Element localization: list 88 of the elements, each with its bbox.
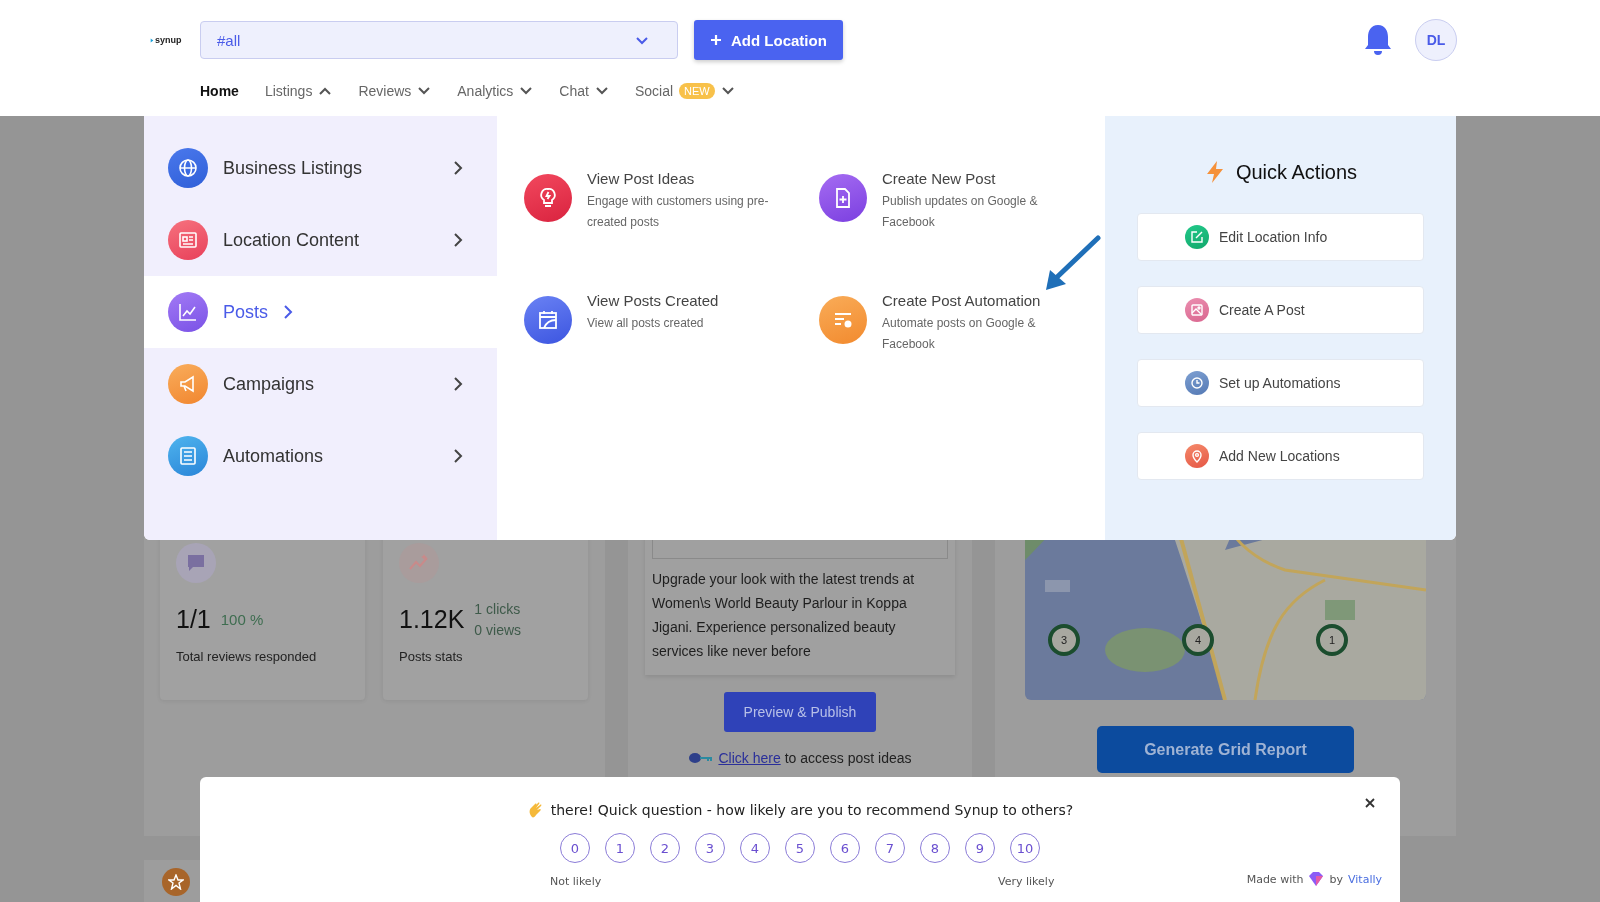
location-pin-icon bbox=[1185, 444, 1209, 468]
quick-action-button[interactable]: Edit Location Info bbox=[1137, 213, 1424, 261]
edit-icon bbox=[1185, 225, 1209, 249]
score-option[interactable]: 0 bbox=[560, 833, 590, 863]
chevron-right-icon bbox=[283, 304, 294, 320]
menu-category[interactable]: Business Listings bbox=[144, 132, 497, 204]
survey-question: there! Quick question - how likely are you to recommend Synup to others? bbox=[550, 802, 1074, 818]
score-option[interactable]: 4 bbox=[740, 833, 770, 863]
option-description: View all posts created bbox=[587, 315, 705, 332]
logo[interactable]: synup bbox=[150, 35, 200, 45]
menu-category[interactable]: Automations bbox=[144, 420, 497, 492]
megaphone-icon bbox=[168, 364, 208, 404]
post-text: Upgrade your look with the latest trends at Women\s World Beauty Parlour in Koppa Jigani. Experience personalized beauty services like never before bbox=[652, 570, 916, 661]
vitally-link[interactable]: Vitally bbox=[1348, 872, 1382, 886]
score-option[interactable]: 8 bbox=[920, 833, 950, 863]
generate-report-button[interactable]: Generate Grid Report bbox=[1097, 726, 1354, 773]
nav-menu-item[interactable]: Chat bbox=[559, 83, 609, 99]
quick-action-button[interactable]: Create A Post bbox=[1137, 286, 1424, 334]
location-select[interactable]: #all bbox=[200, 21, 678, 59]
option-description: Automate posts on Google & Facebook bbox=[882, 315, 1037, 353]
option-description: Engage with customers using pre-created posts bbox=[587, 193, 770, 231]
score-option[interactable]: 1 bbox=[605, 833, 635, 863]
preview-publish-button[interactable]: Preview & Publish bbox=[723, 692, 877, 732]
nav-menu-item[interactable]: Home bbox=[200, 83, 239, 99]
link-caption: to access post ideas bbox=[784, 750, 912, 766]
stat-label: Posts stats bbox=[399, 649, 464, 664]
menu-category[interactable]: Posts bbox=[144, 276, 497, 348]
score-option[interactable]: 9 bbox=[965, 833, 995, 863]
list-icon bbox=[168, 436, 208, 476]
chevron-right-icon bbox=[453, 448, 463, 464]
stat-value: 1.12K bbox=[399, 604, 465, 634]
chevron-right-icon bbox=[453, 232, 463, 248]
views-count: 0 views bbox=[474, 621, 522, 638]
score-option[interactable]: 3 bbox=[695, 833, 725, 863]
settings-list-icon bbox=[819, 296, 867, 344]
quick-action-button[interactable]: Add New Locations bbox=[1137, 432, 1424, 480]
content-icon bbox=[168, 220, 208, 260]
stat-value: 1/1 bbox=[176, 604, 211, 634]
calendar-icon bbox=[524, 296, 572, 344]
nav-menu-item[interactable]: Social NEW bbox=[634, 83, 735, 99]
scale-high-label: Very likely bbox=[998, 875, 1055, 888]
menu-option[interactable]: Create Post Automation Automate posts on Google & Facebook bbox=[819, 292, 1114, 412]
option-description: Publish updates on Google & Facebook bbox=[882, 193, 1039, 231]
menu-category[interactable]: Location Content bbox=[144, 204, 497, 276]
chevron-right-icon bbox=[453, 376, 463, 392]
pointer-arrow bbox=[1046, 235, 1101, 290]
clicks-count: 1 clicks bbox=[474, 600, 522, 617]
sparkle-chart-icon bbox=[399, 543, 439, 583]
menu-option[interactable]: View Posts Created View all posts created bbox=[524, 292, 819, 412]
stat-percent: 100 % bbox=[220, 610, 264, 628]
chevron-down-icon bbox=[720, 86, 735, 96]
chevron-down-icon bbox=[519, 86, 534, 96]
credit-by: by bbox=[1329, 872, 1343, 886]
quick-action-button[interactable]: Set up Automations bbox=[1137, 359, 1424, 407]
scale-low-label: Not likely bbox=[550, 875, 602, 888]
chevron-right-icon bbox=[453, 160, 463, 176]
score-option[interactable]: 10 bbox=[1010, 833, 1040, 863]
lightbulb-icon bbox=[524, 174, 572, 222]
clock-icon bbox=[1185, 371, 1209, 395]
click-here-link[interactable]: Click here bbox=[718, 750, 781, 766]
new-badge: NEW bbox=[679, 83, 715, 99]
nav-menu-item[interactable]: Analytics bbox=[457, 83, 534, 99]
chart-icon bbox=[168, 292, 208, 332]
credit-text: Made with bbox=[1246, 872, 1304, 886]
nav-menu-item[interactable]: Listings bbox=[264, 83, 333, 99]
menu-category[interactable]: Campaigns bbox=[144, 348, 497, 420]
chevron-up-icon bbox=[318, 86, 333, 96]
quick-actions-title: Quick Actions bbox=[1235, 160, 1358, 184]
stat-label: Total reviews responded bbox=[176, 649, 318, 664]
chevron-down-icon bbox=[594, 86, 609, 96]
menu-option[interactable]: Create New Post Publish updates on Google & Facebook bbox=[819, 170, 1114, 292]
globe-icon bbox=[168, 148, 208, 188]
plus-icon bbox=[710, 34, 722, 46]
user-avatar[interactable]: DL bbox=[1415, 19, 1457, 61]
score-option[interactable]: 2 bbox=[650, 833, 680, 863]
score-option[interactable]: 6 bbox=[830, 833, 860, 863]
new-document-icon bbox=[819, 174, 867, 222]
nav-menu-item[interactable]: Reviews bbox=[358, 83, 432, 99]
score-option[interactable]: 7 bbox=[875, 833, 905, 863]
score-option[interactable]: 5 bbox=[785, 833, 815, 863]
diamond-logo-icon bbox=[1308, 872, 1325, 886]
chevron-down-icon bbox=[417, 86, 432, 96]
image-icon bbox=[1185, 298, 1209, 322]
key-icon bbox=[688, 752, 715, 764]
bell-icon[interactable] bbox=[1363, 23, 1393, 57]
menu-option[interactable]: View Post Ideas Engage with customers using pre-created posts bbox=[524, 170, 819, 292]
chat-icon bbox=[176, 543, 216, 583]
add-location-button[interactable]: Add Location bbox=[694, 20, 843, 60]
